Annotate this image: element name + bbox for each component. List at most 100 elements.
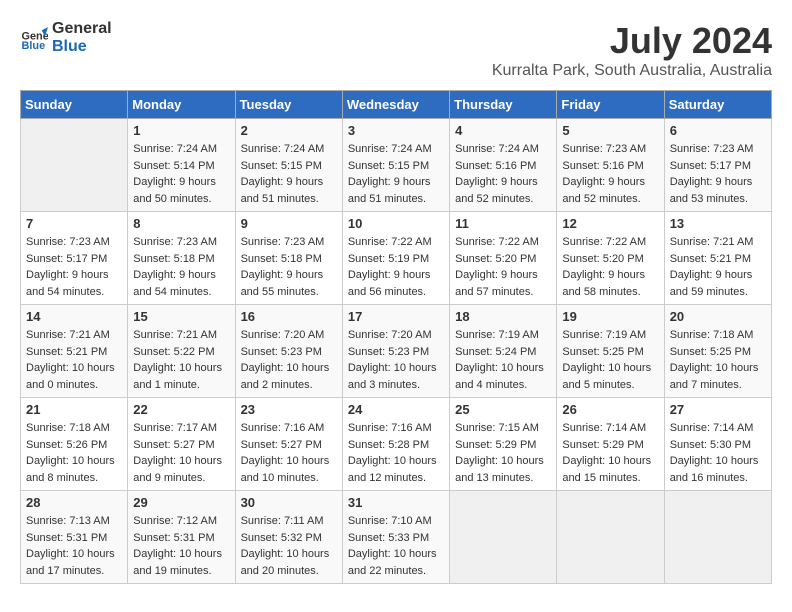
day-number: 30 <box>241 495 337 510</box>
calendar-cell: 23 Sunrise: 7:16 AM Sunset: 5:27 PM Dayl… <box>235 398 342 491</box>
calendar-cell: 8 Sunrise: 7:23 AM Sunset: 5:18 PM Dayli… <box>128 212 235 305</box>
cell-info: Sunrise: 7:22 AM Sunset: 5:20 PM Dayligh… <box>455 234 551 300</box>
day-number: 19 <box>562 309 658 324</box>
cell-info: Sunrise: 7:24 AM Sunset: 5:16 PM Dayligh… <box>455 141 551 207</box>
title-area: July 2024 Kurralta Park, South Australia… <box>492 20 772 80</box>
calendar-cell: 2 Sunrise: 7:24 AM Sunset: 5:15 PM Dayli… <box>235 119 342 212</box>
logo-blue: Blue <box>52 38 112 56</box>
logo-icon: General Blue <box>20 24 48 52</box>
weekday-header-saturday: Saturday <box>664 91 771 119</box>
day-number: 21 <box>26 402 122 417</box>
calendar-cell: 10 Sunrise: 7:22 AM Sunset: 5:19 PM Dayl… <box>342 212 449 305</box>
cell-info: Sunrise: 7:24 AM Sunset: 5:15 PM Dayligh… <box>348 141 444 207</box>
calendar-table: SundayMondayTuesdayWednesdayThursdayFrid… <box>20 90 772 584</box>
day-number: 27 <box>670 402 766 417</box>
calendar-cell <box>664 491 771 584</box>
calendar-cell: 27 Sunrise: 7:14 AM Sunset: 5:30 PM Dayl… <box>664 398 771 491</box>
calendar-cell: 30 Sunrise: 7:11 AM Sunset: 5:32 PM Dayl… <box>235 491 342 584</box>
calendar-cell: 16 Sunrise: 7:20 AM Sunset: 5:23 PM Dayl… <box>235 305 342 398</box>
day-number: 16 <box>241 309 337 324</box>
logo-general: General <box>52 20 112 38</box>
calendar-cell: 11 Sunrise: 7:22 AM Sunset: 5:20 PM Dayl… <box>450 212 557 305</box>
calendar-cell <box>21 119 128 212</box>
svg-text:Blue: Blue <box>22 39 46 51</box>
day-number: 24 <box>348 402 444 417</box>
weekday-header-row: SundayMondayTuesdayWednesdayThursdayFrid… <box>21 91 772 119</box>
cell-info: Sunrise: 7:18 AM Sunset: 5:26 PM Dayligh… <box>26 420 122 486</box>
calendar-week-row: 1 Sunrise: 7:24 AM Sunset: 5:14 PM Dayli… <box>21 119 772 212</box>
day-number: 31 <box>348 495 444 510</box>
page-header: General Blue General Blue July 2024 Kurr… <box>20 20 772 80</box>
calendar-cell: 18 Sunrise: 7:19 AM Sunset: 5:24 PM Dayl… <box>450 305 557 398</box>
day-number: 3 <box>348 123 444 138</box>
day-number: 25 <box>455 402 551 417</box>
calendar-cell: 26 Sunrise: 7:14 AM Sunset: 5:29 PM Dayl… <box>557 398 664 491</box>
day-number: 13 <box>670 216 766 231</box>
cell-info: Sunrise: 7:18 AM Sunset: 5:25 PM Dayligh… <box>670 327 766 393</box>
calendar-cell: 17 Sunrise: 7:20 AM Sunset: 5:23 PM Dayl… <box>342 305 449 398</box>
cell-info: Sunrise: 7:16 AM Sunset: 5:28 PM Dayligh… <box>348 420 444 486</box>
calendar-cell <box>557 491 664 584</box>
day-number: 4 <box>455 123 551 138</box>
day-number: 1 <box>133 123 229 138</box>
weekday-header-friday: Friday <box>557 91 664 119</box>
calendar-cell: 6 Sunrise: 7:23 AM Sunset: 5:17 PM Dayli… <box>664 119 771 212</box>
calendar-cell: 3 Sunrise: 7:24 AM Sunset: 5:15 PM Dayli… <box>342 119 449 212</box>
cell-info: Sunrise: 7:12 AM Sunset: 5:31 PM Dayligh… <box>133 513 229 579</box>
day-number: 7 <box>26 216 122 231</box>
cell-info: Sunrise: 7:24 AM Sunset: 5:15 PM Dayligh… <box>241 141 337 207</box>
cell-info: Sunrise: 7:19 AM Sunset: 5:25 PM Dayligh… <box>562 327 658 393</box>
day-number: 11 <box>455 216 551 231</box>
calendar-cell: 24 Sunrise: 7:16 AM Sunset: 5:28 PM Dayl… <box>342 398 449 491</box>
calendar-cell: 12 Sunrise: 7:22 AM Sunset: 5:20 PM Dayl… <box>557 212 664 305</box>
cell-info: Sunrise: 7:23 AM Sunset: 5:17 PM Dayligh… <box>670 141 766 207</box>
day-number: 15 <box>133 309 229 324</box>
cell-info: Sunrise: 7:21 AM Sunset: 5:22 PM Dayligh… <box>133 327 229 393</box>
calendar-cell: 9 Sunrise: 7:23 AM Sunset: 5:18 PM Dayli… <box>235 212 342 305</box>
day-number: 26 <box>562 402 658 417</box>
day-number: 10 <box>348 216 444 231</box>
day-number: 12 <box>562 216 658 231</box>
cell-info: Sunrise: 7:14 AM Sunset: 5:30 PM Dayligh… <box>670 420 766 486</box>
day-number: 2 <box>241 123 337 138</box>
day-number: 6 <box>670 123 766 138</box>
cell-info: Sunrise: 7:21 AM Sunset: 5:21 PM Dayligh… <box>26 327 122 393</box>
calendar-cell: 31 Sunrise: 7:10 AM Sunset: 5:33 PM Dayl… <box>342 491 449 584</box>
day-number: 18 <box>455 309 551 324</box>
calendar-cell: 15 Sunrise: 7:21 AM Sunset: 5:22 PM Dayl… <box>128 305 235 398</box>
weekday-header-tuesday: Tuesday <box>235 91 342 119</box>
calendar-week-row: 28 Sunrise: 7:13 AM Sunset: 5:31 PM Dayl… <box>21 491 772 584</box>
calendar-cell: 29 Sunrise: 7:12 AM Sunset: 5:31 PM Dayl… <box>128 491 235 584</box>
cell-info: Sunrise: 7:24 AM Sunset: 5:14 PM Dayligh… <box>133 141 229 207</box>
day-number: 23 <box>241 402 337 417</box>
calendar-cell: 13 Sunrise: 7:21 AM Sunset: 5:21 PM Dayl… <box>664 212 771 305</box>
cell-info: Sunrise: 7:13 AM Sunset: 5:31 PM Dayligh… <box>26 513 122 579</box>
day-number: 17 <box>348 309 444 324</box>
calendar-subtitle: Kurralta Park, South Australia, Australi… <box>492 62 772 80</box>
calendar-cell: 1 Sunrise: 7:24 AM Sunset: 5:14 PM Dayli… <box>128 119 235 212</box>
cell-info: Sunrise: 7:23 AM Sunset: 5:16 PM Dayligh… <box>562 141 658 207</box>
cell-info: Sunrise: 7:15 AM Sunset: 5:29 PM Dayligh… <box>455 420 551 486</box>
calendar-cell: 25 Sunrise: 7:15 AM Sunset: 5:29 PM Dayl… <box>450 398 557 491</box>
calendar-cell: 14 Sunrise: 7:21 AM Sunset: 5:21 PM Dayl… <box>21 305 128 398</box>
calendar-title: July 2024 <box>492 20 772 62</box>
cell-info: Sunrise: 7:19 AM Sunset: 5:24 PM Dayligh… <box>455 327 551 393</box>
weekday-header-sunday: Sunday <box>21 91 128 119</box>
weekday-header-wednesday: Wednesday <box>342 91 449 119</box>
logo: General Blue General Blue <box>20 20 112 55</box>
cell-info: Sunrise: 7:17 AM Sunset: 5:27 PM Dayligh… <box>133 420 229 486</box>
cell-info: Sunrise: 7:11 AM Sunset: 5:32 PM Dayligh… <box>241 513 337 579</box>
day-number: 8 <box>133 216 229 231</box>
day-number: 5 <box>562 123 658 138</box>
day-number: 28 <box>26 495 122 510</box>
cell-info: Sunrise: 7:20 AM Sunset: 5:23 PM Dayligh… <box>348 327 444 393</box>
weekday-header-thursday: Thursday <box>450 91 557 119</box>
calendar-cell: 19 Sunrise: 7:19 AM Sunset: 5:25 PM Dayl… <box>557 305 664 398</box>
calendar-week-row: 7 Sunrise: 7:23 AM Sunset: 5:17 PM Dayli… <box>21 212 772 305</box>
cell-info: Sunrise: 7:10 AM Sunset: 5:33 PM Dayligh… <box>348 513 444 579</box>
weekday-header-monday: Monday <box>128 91 235 119</box>
cell-info: Sunrise: 7:21 AM Sunset: 5:21 PM Dayligh… <box>670 234 766 300</box>
calendar-cell: 28 Sunrise: 7:13 AM Sunset: 5:31 PM Dayl… <box>21 491 128 584</box>
calendar-cell: 7 Sunrise: 7:23 AM Sunset: 5:17 PM Dayli… <box>21 212 128 305</box>
day-number: 22 <box>133 402 229 417</box>
